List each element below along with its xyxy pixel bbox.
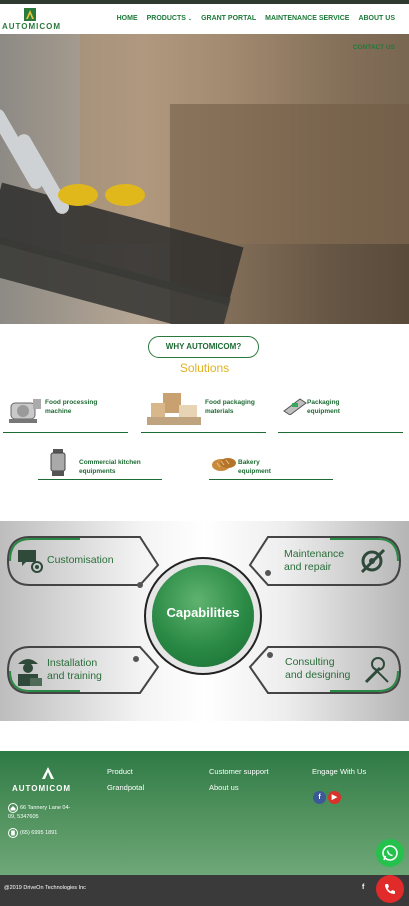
product-label: Food processing xyxy=(45,399,98,406)
why-automicom-button[interactable]: WHY AUTOMICOM? xyxy=(148,336,259,358)
phone-call-icon xyxy=(385,884,395,894)
product-label: materials xyxy=(205,408,234,415)
footer-logo-mark-icon xyxy=(42,767,54,779)
capability-customisation: Customisation xyxy=(47,554,114,567)
product-bakery[interactable]: Bakery equipment xyxy=(209,450,333,480)
facebook-icon[interactable]: f xyxy=(313,791,326,804)
capabilities-title: Capabilities xyxy=(166,605,240,620)
nav-products[interactable]: PRODUCTS ⌄ xyxy=(147,15,192,22)
main-nav: HOME PRODUCTS ⌄ GRANT PORTAL MAINTENANCE… xyxy=(117,15,395,22)
footer-address-line: 09, 5347605 xyxy=(8,814,39,820)
nav-maintenance-service[interactable]: MAINTENANCE SERVICE xyxy=(265,15,349,22)
capabilities-center-circle: Capabilities xyxy=(152,565,254,667)
site-header: AUTOMICOM HOME PRODUCTS ⌄ GRANT PORTAL M… xyxy=(0,4,409,34)
footer-link-product[interactable]: Product xyxy=(107,767,133,776)
footer-engage-title: Engage With Us xyxy=(312,767,367,776)
product-food-packaging[interactable]: Food packaging materials xyxy=(141,393,266,433)
product-label: Commercial kitchen xyxy=(79,459,141,466)
capability-label: and repair xyxy=(284,561,332,573)
site-logo[interactable]: AUTOMICOM xyxy=(2,7,60,33)
product-packaging-equipment[interactable]: Packaging equipment xyxy=(278,398,403,433)
nav-about-us[interactable]: ABOUT US xyxy=(358,15,395,22)
nav-grant-portal[interactable]: GRANT PORTAL xyxy=(201,15,256,22)
consulting-tools-icon xyxy=(364,657,389,684)
bakery-bread-icon xyxy=(212,458,236,471)
footer-logo-text: AUTOMICOM xyxy=(12,784,72,793)
customisation-icon xyxy=(18,550,43,573)
capability-installation: Installation and training xyxy=(47,657,102,683)
product-label: equipments xyxy=(79,468,116,475)
capability-label: Maintenance xyxy=(284,548,345,560)
youtube-icon[interactable]: ▶ xyxy=(328,791,341,804)
food-processor-icon xyxy=(9,399,41,423)
hero-yellow-roller xyxy=(105,184,145,206)
footer-link-grandpotal[interactable]: Grandpotal xyxy=(107,783,144,792)
maintenance-icon xyxy=(360,548,386,574)
logo-text: AUTOMICOM xyxy=(2,22,62,31)
footer-address-line: 66 Tannery Lane 04- xyxy=(20,805,71,811)
chevron-down-icon: ⌄ xyxy=(187,16,193,22)
capability-label: Installation xyxy=(47,657,98,669)
bottom-facebook-icon[interactable]: f xyxy=(362,884,364,891)
home-icon xyxy=(8,803,18,813)
nav-home[interactable]: HOME xyxy=(117,15,138,22)
footer-phone[interactable]: (65) 6995 1891 xyxy=(20,829,57,837)
capability-label: and designing xyxy=(285,669,351,681)
installation-worker-icon xyxy=(18,659,42,686)
solutions-title: Solutions xyxy=(179,361,230,375)
product-label: Packaging xyxy=(307,399,340,406)
copyright-text: @2019 DriveOn Technologies Inc xyxy=(4,885,86,891)
product-label: machine xyxy=(45,408,72,415)
hero-yellow-roller xyxy=(58,184,98,206)
product-label: equipment xyxy=(238,468,271,475)
packaging-equipment-icon xyxy=(283,398,307,415)
nav-contact-us[interactable]: CONTACT US xyxy=(353,44,395,51)
product-food-processing[interactable]: Food processing machine xyxy=(3,399,128,433)
kitchen-equipment-icon xyxy=(50,449,66,476)
product-commercial-kitchen[interactable]: Commercial kitchen equipments xyxy=(38,449,162,480)
capability-label: Customisation xyxy=(47,554,114,566)
phone-icon xyxy=(8,828,18,838)
footer-link-customer-support[interactable]: Customer support xyxy=(209,767,269,776)
footer-address: 66 Tannery Lane 04- xyxy=(20,804,70,812)
whatsapp-button[interactable] xyxy=(376,839,404,867)
footer-link-about-us[interactable]: About us xyxy=(209,783,239,792)
capability-label: and training xyxy=(47,670,102,682)
capability-consulting: Consulting and designing xyxy=(285,656,350,682)
nav-products-label: PRODUCTS xyxy=(146,15,186,22)
product-label: Food packaging xyxy=(205,399,255,406)
product-label: equipment xyxy=(307,408,340,415)
capability-maintenance: Maintenance and repair xyxy=(284,548,344,574)
packaging-materials-icon xyxy=(147,393,201,425)
capability-label: Consulting xyxy=(285,656,335,668)
footer-address: 09, 5347605 xyxy=(8,813,39,821)
product-label: Bakery xyxy=(238,459,260,466)
call-button[interactable] xyxy=(376,875,404,903)
logo-mark-icon xyxy=(24,8,36,21)
whatsapp-icon xyxy=(382,845,398,861)
hero-image xyxy=(0,34,409,324)
